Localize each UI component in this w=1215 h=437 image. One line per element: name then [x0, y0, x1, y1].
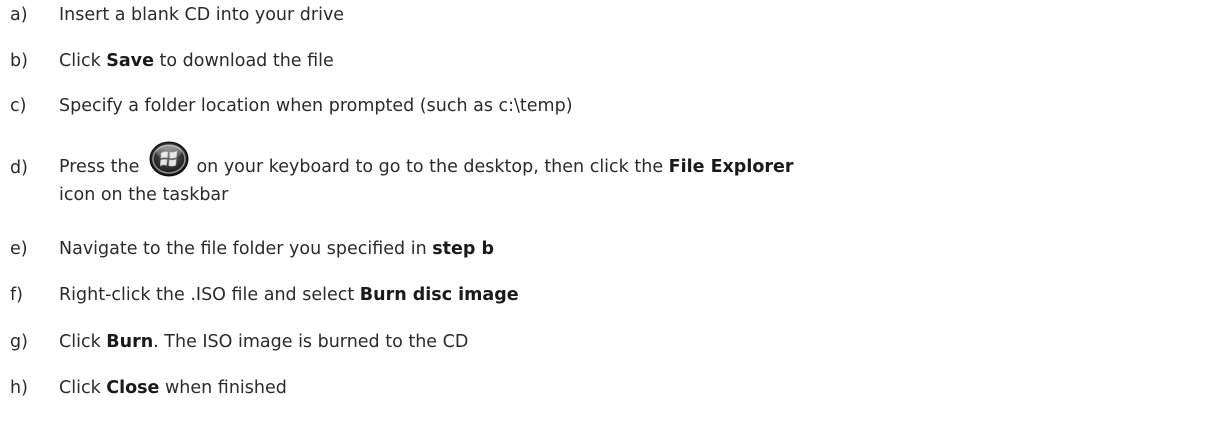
step-text: Right-click the .ISO file and select Bur… [59, 285, 519, 305]
step-marker: d) [10, 158, 28, 178]
ui-term: File Explorer [668, 157, 794, 177]
step-marker: e) [10, 239, 28, 259]
step-marker: a) [10, 5, 28, 25]
step-marker: f) [10, 285, 23, 305]
ui-term: Burn disc image [359, 285, 519, 305]
windows-start-orb-icon [149, 141, 189, 177]
step-text: Press the on your keyboard to go to the … [59, 141, 1211, 209]
step-text: Click Save to download the file [59, 51, 334, 71]
ui-term: Save [106, 51, 154, 71]
step-text: Click Close when finished [59, 378, 287, 398]
step-marker: c) [10, 96, 27, 116]
step-marker: h) [10, 378, 28, 398]
step-marker: g) [10, 332, 28, 352]
step-text: Specify a folder location when prompted … [59, 96, 573, 116]
ui-term: Close [106, 378, 160, 398]
step-marker: b) [10, 51, 28, 71]
step-text: Click Burn. The ISO image is burned to t… [59, 332, 469, 352]
ui-term: step b [432, 239, 495, 259]
step-text: Insert a blank CD into your drive [59, 5, 345, 25]
ui-term: Burn [106, 332, 154, 352]
step-text: Navigate to the file folder you specifie… [59, 239, 495, 259]
